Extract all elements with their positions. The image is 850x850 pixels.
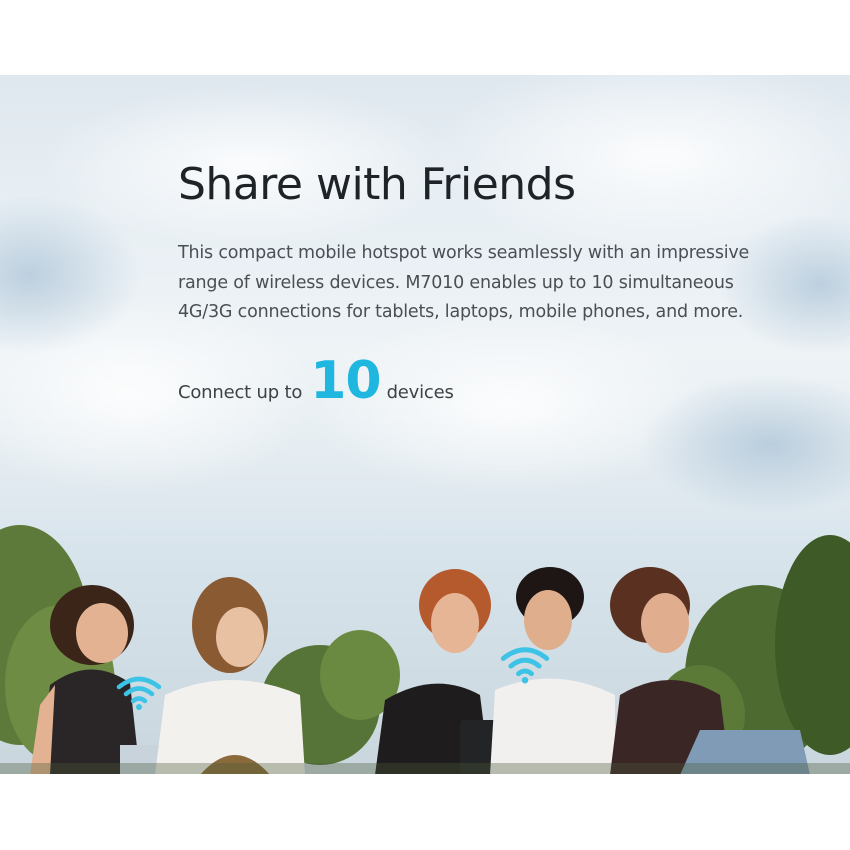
wifi-icon bbox=[116, 676, 162, 710]
friends-photo bbox=[0, 525, 850, 774]
connect-suffix: devices bbox=[386, 382, 454, 403]
banner-description: This compact mobile hotspot works seamle… bbox=[178, 243, 750, 322]
banner-title: Share with Friends bbox=[178, 159, 576, 210]
connect-prefix: Connect up to bbox=[178, 382, 303, 403]
hero-banner: Share with Friends This compact mobile h… bbox=[0, 75, 850, 774]
connect-callout: Connect up to 10 devices bbox=[178, 351, 454, 415]
connect-number: 10 bbox=[310, 351, 381, 411]
wifi-icon bbox=[500, 647, 550, 684]
